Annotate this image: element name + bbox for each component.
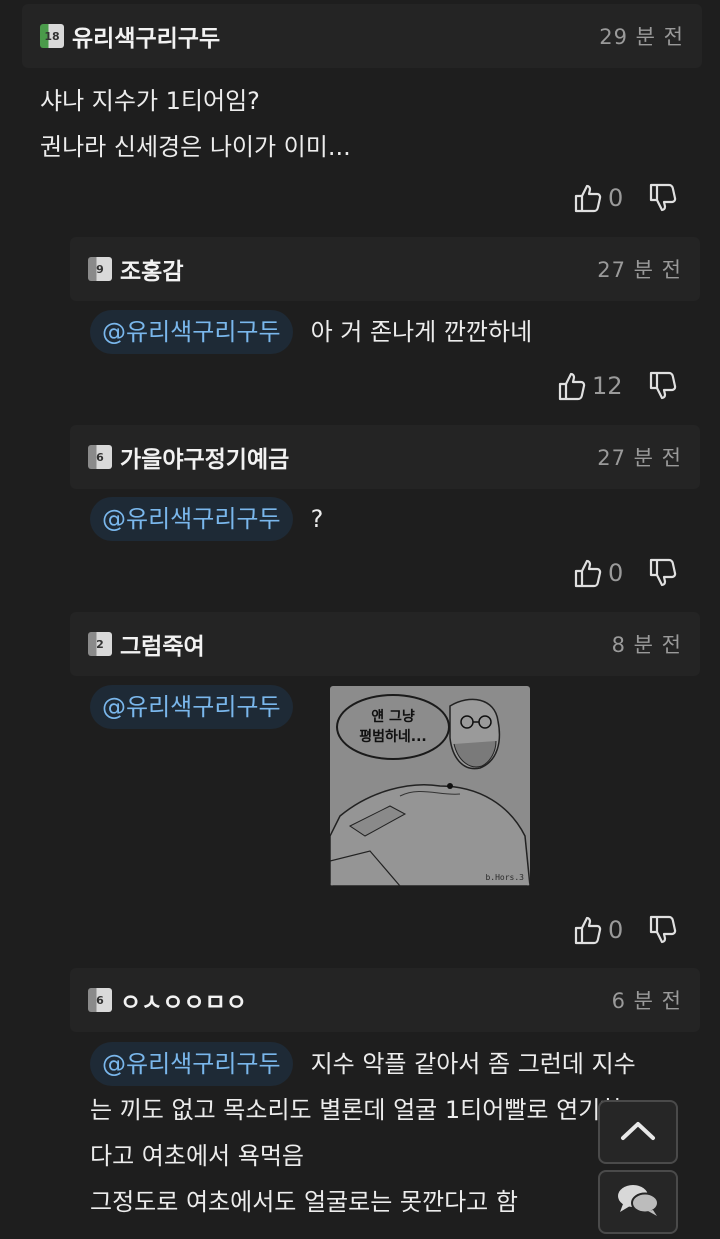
comment-header: 6 ㅇㅅㅇㅇㅁㅇ 6 분 전 <box>70 968 700 1032</box>
comment-time: 8 분 전 <box>611 633 682 657</box>
vote-bar: 12 <box>558 366 677 406</box>
comment-time: 6 분 전 <box>611 989 682 1013</box>
comment-line: 샤나 지수가 1티어임? <box>40 87 260 115</box>
author-name[interactable]: ㅇㅅㅇㅇㅁㅇ <box>120 983 247 1017</box>
chevron-up-icon <box>619 1118 657 1146</box>
comment-image[interactable]: 얜 그냥 평범하네... b.Hors.3 <box>330 686 530 886</box>
thumbs-up-icon[interactable] <box>558 371 586 401</box>
author-name[interactable]: 그럼죽여 <box>120 627 205 661</box>
level-badge: 18 <box>40 24 64 48</box>
comment-body: 샤나 지수가 1티어임? 권나라 신세경은 나이가 이미... <box>40 78 351 170</box>
upvote-count: 0 <box>608 559 624 587</box>
comment-text: ? <box>310 505 324 533</box>
comment-body: @유리색구리구두 아 거 존나게 깐깐하네 <box>90 309 532 355</box>
comment-header: 9 조홍감 27 분 전 <box>70 237 700 301</box>
thumbs-up-icon[interactable] <box>574 915 602 945</box>
image-signature: b.Hors.3 <box>485 873 524 882</box>
thumbs-up-icon[interactable] <box>574 558 602 588</box>
comment-text: 지수 악플 같아서 좀 그런데 지수 <box>310 1050 636 1078</box>
thumbs-down-icon[interactable] <box>649 183 677 213</box>
author-name[interactable]: 유리색구리구두 <box>72 19 220 53</box>
vote-bar: 0 <box>574 553 677 593</box>
scroll-top-button[interactable] <box>598 1100 678 1164</box>
comment-header: 2 그럼죽여 8 분 전 <box>70 612 700 676</box>
thumbs-up-icon[interactable] <box>574 183 602 213</box>
vote-bar: 0 <box>574 178 677 218</box>
mention-tag[interactable]: @유리색구리구두 <box>90 310 293 354</box>
comment-body: @유리색구리구두 <box>90 684 311 730</box>
speech-bubble: 얜 그냥 평범하네... <box>336 694 450 760</box>
comment-header: 18 유리색구리구두 29 분 전 <box>22 4 702 68</box>
mention-tag[interactable]: @유리색구리구두 <box>90 685 293 729</box>
upvote-count: 12 <box>592 372 623 400</box>
author-name[interactable]: 가을야구정기예금 <box>120 440 289 474</box>
mention-tag[interactable]: @유리색구리구두 <box>90 1042 293 1086</box>
level-badge: 9 <box>88 257 112 281</box>
comment-time: 29 분 전 <box>599 25 684 49</box>
thumbs-down-icon[interactable] <box>649 558 677 588</box>
mention-tag[interactable]: @유리색구리구두 <box>90 497 293 541</box>
level-badge: 2 <box>88 632 112 656</box>
thumbs-down-icon[interactable] <box>649 915 677 945</box>
bubble-line: 평범하네... <box>359 729 427 745</box>
comment-text: 아 거 존나게 깐깐하네 <box>310 318 533 346</box>
upvote-count: 0 <box>608 916 624 944</box>
thumbs-down-icon[interactable] <box>649 371 677 401</box>
comment-header: 6 가을야구정기예금 27 분 전 <box>70 425 700 489</box>
comment-line: 권나라 신세경은 나이가 이미... <box>40 133 351 161</box>
comment-body: @유리색구리구두? <box>90 496 323 542</box>
level-badge: 6 <box>88 988 112 1012</box>
comment-time: 27 분 전 <box>597 446 682 470</box>
chat-button[interactable] <box>598 1170 678 1234</box>
bubble-line: 얜 그냥 <box>371 709 415 725</box>
level-badge: 6 <box>88 445 112 469</box>
vote-bar: 0 <box>574 910 677 950</box>
chat-bubbles-icon <box>615 1182 661 1222</box>
comment-time: 27 분 전 <box>597 258 682 282</box>
author-name[interactable]: 조홍감 <box>120 252 183 286</box>
upvote-count: 0 <box>608 184 624 212</box>
